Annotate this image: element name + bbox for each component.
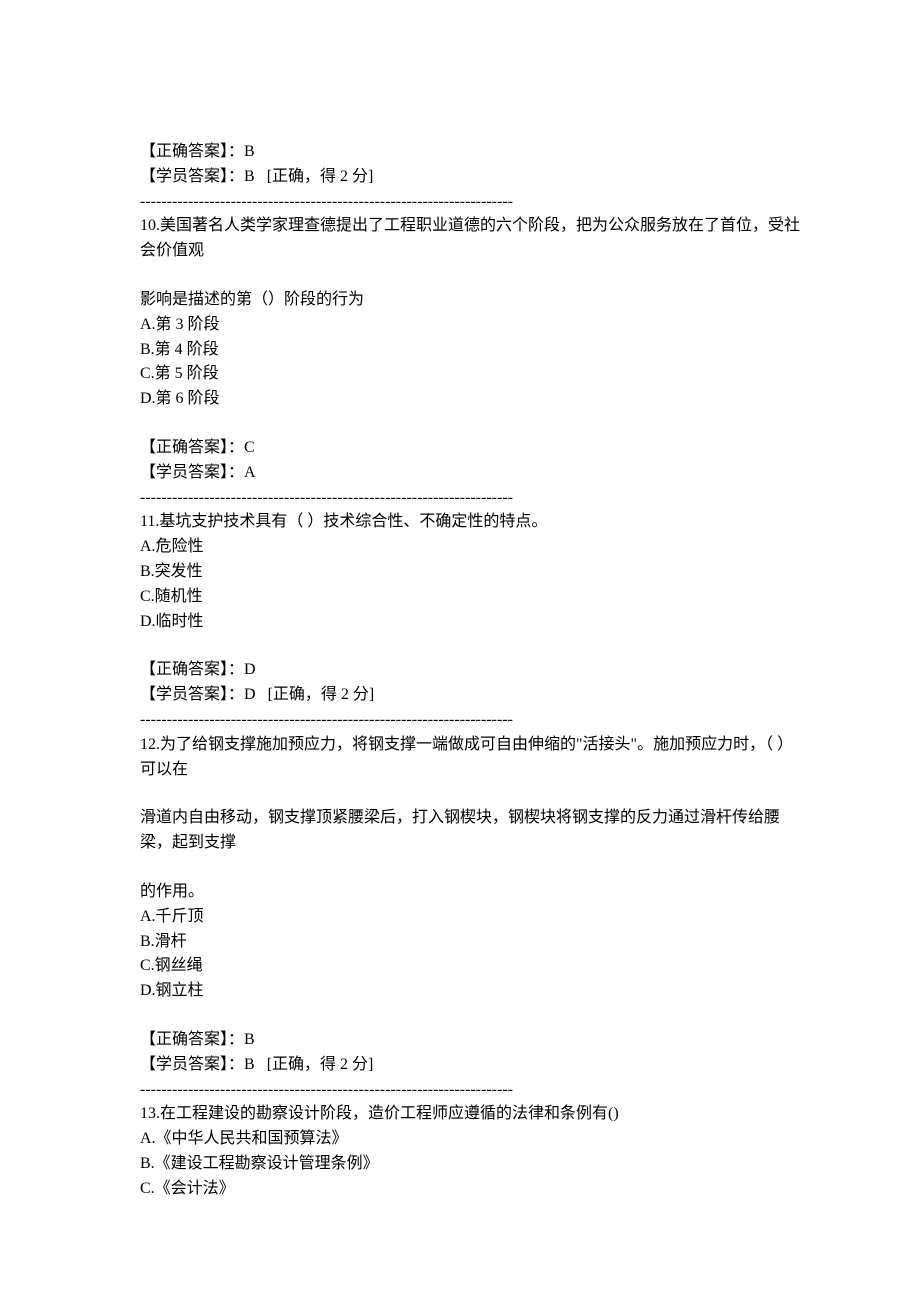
option-c: C.钢丝绳 <box>140 954 800 979</box>
student-answer-value: A <box>244 464 256 481</box>
question-11: 11.基坑支护技术具有（ ）技术综合性、不确定性的特点。 A.危险性 B.突发性… <box>140 510 800 732</box>
option-a: A.千斤顶 <box>140 905 800 930</box>
correct-answer-label: 【正确答案】： <box>140 661 244 678</box>
student-answer-line: 【学员答案】：D [正确，得 2 分] <box>140 683 800 708</box>
question-stem: 13.在工程建设的勘察设计阶段，造价工程师应遵循的法律和条例有() <box>140 1102 800 1127</box>
question-stem-cont: 滑道内自由移动，钢支撑顶紧腰梁后，打入钢楔块，钢楔块将钢支撑的反力通过滑杆传给腰… <box>140 806 800 856</box>
student-answer-line: 【学员答案】：A <box>140 461 800 486</box>
student-answer-label: 【学员答案】： <box>140 464 244 481</box>
option-d: D.第 6 阶段 <box>140 387 800 412</box>
divider-line: ----------------------------------------… <box>140 708 800 733</box>
correct-answer-line: 【正确答案】：D <box>140 658 800 683</box>
question-10: 10.美国著名人类学家理查德提出了工程职业道德的六个阶段，把为公众服务放在了首位… <box>140 214 800 510</box>
student-answer-value: B <box>244 168 255 185</box>
correct-answer-line: 【正确答案】：B <box>140 140 800 165</box>
blank-line <box>140 264 800 288</box>
option-c: C.随机性 <box>140 585 800 610</box>
divider-line: ----------------------------------------… <box>140 190 800 215</box>
option-c: C.第 5 阶段 <box>140 362 800 387</box>
student-answer-value: D <box>244 686 256 703</box>
correct-answer-value: B <box>244 143 255 160</box>
question-9-answers: 【正确答案】：B 【学员答案】：B [正确，得 2 分] -----------… <box>140 140 800 214</box>
question-13: 13.在工程建设的勘察设计阶段，造价工程师应遵循的法律和条例有() A.《中华人… <box>140 1102 800 1201</box>
correct-answer-line: 【正确答案】：B <box>140 1028 800 1053</box>
student-answer-label: 【学员答案】： <box>140 686 244 703</box>
question-stem: 12.为了给钢支撑施加预应力，将钢支撑一端做成可自由伸缩的"活接头"。施加预应力… <box>140 733 800 783</box>
correct-answer-label: 【正确答案】： <box>140 143 244 160</box>
student-answer-label: 【学员答案】： <box>140 168 244 185</box>
blank-line <box>140 412 800 436</box>
question-stem-cont2: 的作用。 <box>140 880 800 905</box>
correct-answer-label: 【正确答案】： <box>140 1031 244 1048</box>
option-b: B.第 4 阶段 <box>140 338 800 363</box>
blank-line <box>140 634 800 658</box>
student-answer-line: 【学员答案】：B [正确，得 2 分] <box>140 165 800 190</box>
option-b: B.《建设工程勘察设计管理条例》 <box>140 1152 800 1177</box>
option-d: D.临时性 <box>140 610 800 635</box>
correct-answer-value: B <box>244 1031 255 1048</box>
option-a: A.危险性 <box>140 535 800 560</box>
question-12: 12.为了给钢支撑施加预应力，将钢支撑一端做成可自由伸缩的"活接头"。施加预应力… <box>140 733 800 1103</box>
correct-answer-line: 【正确答案】：C <box>140 436 800 461</box>
divider-line: ----------------------------------------… <box>140 1078 800 1103</box>
result-text: [正确，得 2 分] <box>268 686 375 703</box>
correct-answer-value: D <box>244 661 256 678</box>
result-text: [正确，得 2 分] <box>267 168 374 185</box>
student-answer-label: 【学员答案】： <box>140 1056 244 1073</box>
blank-line <box>140 856 800 880</box>
blank-line <box>140 782 800 806</box>
correct-answer-value: C <box>244 439 255 456</box>
divider-line: ----------------------------------------… <box>140 486 800 511</box>
option-c: C.《会计法》 <box>140 1177 800 1202</box>
question-stem-cont: 影响是描述的第（）阶段的行为 <box>140 288 800 313</box>
correct-answer-label: 【正确答案】： <box>140 439 244 456</box>
result-text: [正确，得 2 分] <box>267 1056 374 1073</box>
option-a: A.第 3 阶段 <box>140 313 800 338</box>
student-answer-line: 【学员答案】：B [正确，得 2 分] <box>140 1053 800 1078</box>
option-d: D.钢立柱 <box>140 979 800 1004</box>
question-stem: 10.美国著名人类学家理查德提出了工程职业道德的六个阶段，把为公众服务放在了首位… <box>140 214 800 264</box>
blank-line <box>140 1004 800 1028</box>
student-answer-value: B <box>244 1056 255 1073</box>
option-b: B.突发性 <box>140 560 800 585</box>
option-b: B.滑杆 <box>140 930 800 955</box>
question-stem: 11.基坑支护技术具有（ ）技术综合性、不确定性的特点。 <box>140 510 800 535</box>
option-a: A.《中华人民共和国预算法》 <box>140 1127 800 1152</box>
